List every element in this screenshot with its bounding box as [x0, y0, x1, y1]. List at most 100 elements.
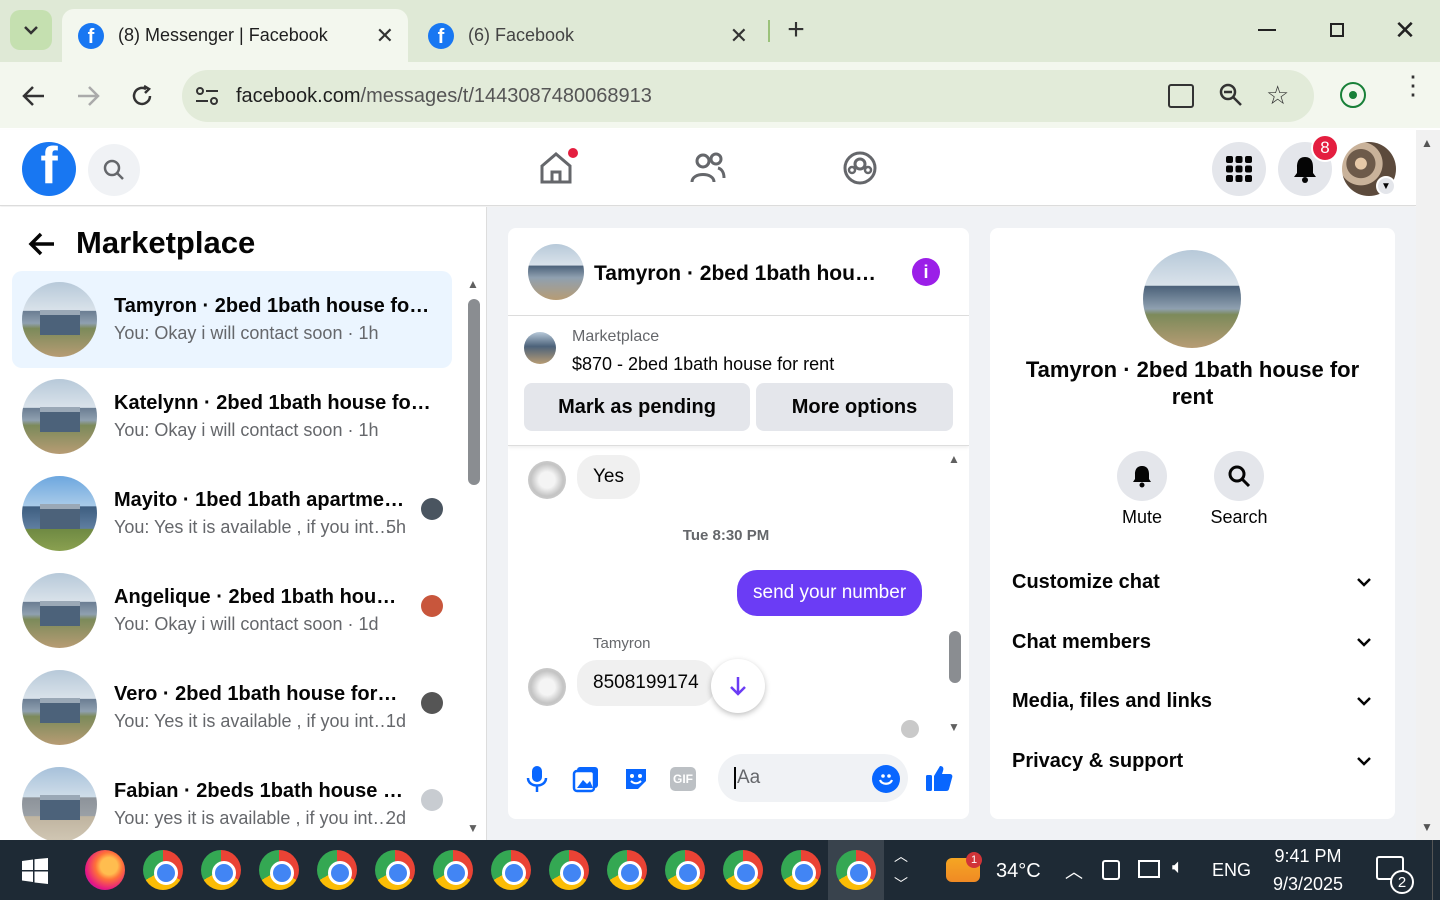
start-button[interactable]	[22, 858, 48, 884]
clock-time[interactable]: 9:41 PM	[1270, 846, 1346, 867]
chrome-profile-taskbar-icon[interactable]	[781, 850, 821, 890]
scroll-to-bottom-button[interactable]	[711, 659, 765, 713]
messages-scrollbar-thumb[interactable]	[949, 631, 961, 683]
chrome-profile-taskbar-icon[interactable]	[607, 850, 647, 890]
reload-button[interactable]	[128, 82, 156, 110]
conversation-snippet: You: Okay i will contact soon · 1h	[114, 323, 379, 343]
groups-nav-button[interactable]	[842, 150, 878, 191]
close-window-button[interactable]: ✕	[1388, 14, 1422, 46]
sticker-icon	[626, 769, 646, 789]
conversation-item[interactable]: Mayito · 1bed 1bath apartment for rent Y…	[12, 465, 452, 562]
message-timestamp: Tue 8:30 PM	[682, 527, 770, 544]
attach-photo-button[interactable]	[572, 765, 600, 798]
search-button[interactable]	[88, 144, 140, 196]
bookmark-star-icon[interactable]: ☆	[1266, 80, 1289, 111]
chrome-profile-taskbar-icon[interactable]	[433, 850, 473, 890]
privacy-support-section[interactable]: Privacy & support	[1012, 741, 1372, 781]
listing-title[interactable]: $870 - 2bed 1bath house for rent	[572, 354, 834, 375]
close-tab-icon[interactable]: ✕	[376, 23, 394, 49]
info-title: Tamyron · 2bed 1bath house for rent	[1025, 357, 1360, 409]
tab-facebook[interactable]: f (6) Facebook ✕	[412, 9, 762, 62]
weather-widget[interactable]: 1 34°C	[946, 852, 1046, 888]
list-scroll-down[interactable]: ▼	[467, 821, 479, 835]
mute-button[interactable]	[1117, 451, 1167, 501]
chat-avatar[interactable]	[528, 244, 584, 300]
chrome-taskbar-icon[interactable]	[143, 850, 183, 890]
menu-button[interactable]	[1212, 142, 1266, 196]
input-placeholder: Aa	[734, 767, 760, 789]
profile-icon[interactable]	[1340, 82, 1366, 108]
account-chevron-icon[interactable]: ▼	[1376, 176, 1396, 196]
voice-clip-button[interactable]	[526, 764, 548, 799]
info-icon[interactable]: i	[912, 258, 940, 286]
emoji-button[interactable]	[872, 765, 900, 793]
gif-button[interactable]: GIF	[670, 767, 696, 791]
conversation-item[interactable]: Fabian · 2beds 1bath house for rent You:…	[12, 756, 452, 840]
smiley-icon	[878, 774, 894, 785]
list-scrollbar-thumb[interactable]	[468, 299, 480, 485]
tray-chevron-icon[interactable]: ︿	[1065, 858, 1083, 884]
firefox-taskbar-icon[interactable]	[85, 850, 125, 890]
tab-search-button[interactable]	[10, 10, 52, 50]
volume-icon[interactable]: 🔈︎	[1172, 856, 1184, 879]
tab-messenger[interactable]: f (8) Messenger | Facebook ✕	[62, 9, 408, 62]
info-avatar[interactable]	[1143, 250, 1241, 348]
new-tab-button[interactable]: +	[780, 13, 812, 46]
chat-members-section[interactable]: Chat members	[1012, 622, 1372, 662]
chrome-profile-taskbar-icon[interactable]	[549, 850, 589, 890]
install-app-icon[interactable]	[1168, 84, 1194, 108]
facebook-logo[interactable]: f	[22, 142, 76, 196]
taskbar-overflow-up[interactable]: ︿	[894, 846, 908, 866]
conversation-item[interactable]: Angelique · 2bed 1bath house for rent Yo…	[12, 562, 452, 659]
chat-header-title[interactable]: Tamyron · 2bed 1bath house for rent	[594, 262, 886, 286]
close-tab-icon[interactable]: ✕	[730, 23, 748, 49]
messages-scroll-down[interactable]: ▼	[948, 720, 960, 734]
minimize-button[interactable]	[1250, 14, 1284, 46]
listing-thumbnail	[22, 476, 97, 551]
like-button[interactable]	[924, 763, 954, 798]
chrome-active-taskbar-icon[interactable]	[836, 850, 876, 890]
page-scroll-up-arrow[interactable]: ▲	[1421, 136, 1433, 150]
friends-nav-button[interactable]	[690, 150, 726, 191]
messages-scroll-up[interactable]: ▲	[948, 452, 960, 466]
back-arrow-button[interactable]	[28, 231, 56, 262]
zoom-icon[interactable]	[1218, 82, 1244, 113]
page-scroll-down-arrow[interactable]: ▼	[1421, 820, 1433, 834]
chrome-profile-taskbar-icon[interactable]	[665, 850, 705, 890]
mark-as-pending-button[interactable]: Mark as pending	[524, 383, 750, 431]
chrome-profile-taskbar-icon[interactable]	[375, 850, 415, 890]
conversation-item[interactable]: Vero · 2bed 1bath house for rent You: Ye…	[12, 659, 452, 756]
search-in-conversation-button[interactable]	[1214, 451, 1264, 501]
listing-thumbnail[interactable]	[524, 332, 556, 364]
media-files-links-section[interactable]: Media, files and links	[1012, 681, 1372, 721]
url-text[interactable]: facebook.com/messages/t/1443087480068913	[236, 85, 652, 108]
mute-label: Mute	[1121, 507, 1163, 527]
browser-menu-icon[interactable]: ⋮	[1400, 72, 1426, 98]
address-bar[interactable]: facebook.com/messages/t/1443087480068913…	[182, 70, 1314, 122]
chrome-profile-taskbar-icon[interactable]	[259, 850, 299, 890]
back-button[interactable]	[20, 82, 48, 110]
network-icon[interactable]	[1138, 860, 1160, 878]
chrome-profile-taskbar-icon[interactable]	[491, 850, 531, 890]
sender-avatar[interactable]	[528, 668, 566, 706]
page-scrollbar-track[interactable]	[1416, 130, 1440, 840]
taskbar-overflow-down[interactable]: ﹀	[894, 874, 908, 894]
chrome-profile-taskbar-icon[interactable]	[201, 850, 241, 890]
sticker-button[interactable]	[622, 765, 650, 798]
site-info-icon[interactable]	[194, 85, 220, 107]
customize-chat-section[interactable]: Customize chat	[1012, 562, 1372, 602]
conversation-item[interactable]: Tamyron · 2bed 1bath house for rent You:…	[12, 271, 452, 368]
show-desktop-button[interactable]	[1432, 840, 1440, 900]
list-scroll-up[interactable]: ▲	[467, 277, 479, 291]
meet-now-icon[interactable]	[1102, 860, 1120, 880]
language-indicator[interactable]: ENG	[1212, 860, 1251, 881]
sender-avatar[interactable]	[528, 461, 566, 499]
conversation-item[interactable]: Katelynn · 2bed 1bath house for rent You…	[12, 368, 452, 465]
home-nav-button[interactable]	[538, 148, 578, 186]
more-options-button[interactable]: More options	[756, 383, 953, 431]
restore-button[interactable]	[1320, 14, 1354, 46]
chrome-profile-taskbar-icon[interactable]	[723, 850, 763, 890]
forward-button[interactable]	[74, 82, 102, 110]
clock-date[interactable]: 9/3/2025	[1264, 874, 1352, 895]
chrome-profile-taskbar-icon[interactable]	[317, 850, 357, 890]
